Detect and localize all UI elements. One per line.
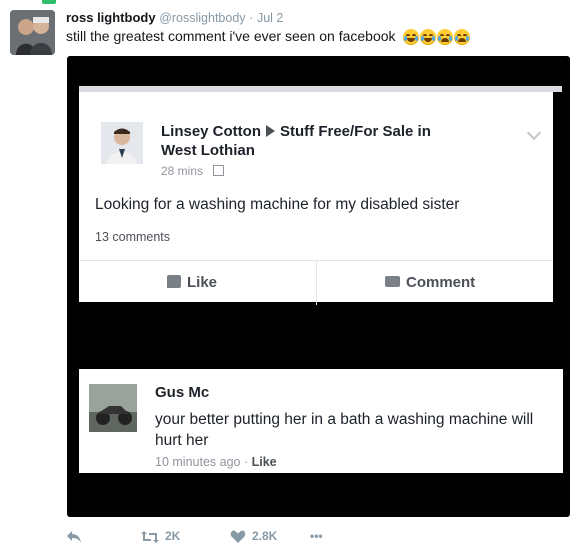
- tweet-text: still the greatest comment i've ever see…: [66, 27, 471, 46]
- fb-post-time: 28 mins: [161, 164, 225, 178]
- fb-comment-like-link[interactable]: Like: [252, 455, 277, 469]
- tweet-media-image[interactable]: Linsey Cotton Stuff Free/For Sale in West…: [67, 56, 570, 517]
- retweet-button[interactable]: 2K: [141, 526, 180, 546]
- audience-icon: [213, 165, 225, 176]
- top-accent-bar: [42, 0, 56, 4]
- fb-poster-line: Linsey Cotton Stuff Free/For Sale in West…: [161, 122, 431, 160]
- comment-bubble-icon: [385, 276, 400, 287]
- loudly-crying-emoji-icon: [454, 29, 471, 46]
- fb-comment-time: 10 minutes ago: [155, 455, 241, 469]
- fb-commenter-avatar: [89, 384, 137, 432]
- heart-icon: [230, 530, 246, 543]
- retweet-count: 2K: [165, 529, 181, 543]
- chevron-down-icon[interactable]: [526, 125, 542, 141]
- avatar[interactable]: [10, 10, 55, 55]
- tweet-actions: 2K 2.8K •••: [66, 526, 356, 546]
- like-count: 2.8K: [252, 529, 278, 543]
- like-button[interactable]: 2.8K: [230, 526, 277, 546]
- fb-action-bar: Like Comment: [79, 260, 553, 305]
- fb-action-divider: [316, 261, 317, 305]
- tweet-text-content: still the greatest comment i've ever see…: [66, 28, 396, 44]
- fb-group-name-line2[interactable]: West Lothian: [161, 142, 255, 159]
- author-handle[interactable]: @rosslightbody: [159, 11, 245, 25]
- fb-commenter-name[interactable]: Gus Mc: [155, 384, 209, 401]
- fb-post-body: Looking for a washing machine for my dis…: [95, 196, 460, 213]
- more-button[interactable]: •••: [310, 526, 323, 546]
- fb-comment-separator: ·: [243, 455, 249, 469]
- fb-comment-meta: 10 minutes ago · Like: [155, 455, 277, 469]
- emoji-row: [403, 29, 471, 46]
- arrow-right-icon: [266, 125, 275, 137]
- fb-post-time-text: 28 mins: [161, 164, 204, 178]
- fb-comment-card: Gus Mc your better putting her in a bath…: [79, 369, 563, 473]
- fb-like-button[interactable]: Like: [167, 261, 217, 305]
- fb-poster-name[interactable]: Linsey Cotton: [161, 123, 261, 140]
- fb-post-card: Linsey Cotton Stuff Free/For Sale in West…: [79, 92, 553, 305]
- header-separator: ·: [249, 11, 254, 25]
- reply-icon: [67, 530, 81, 543]
- retweet-icon: [141, 530, 159, 543]
- tears-of-joy-emoji-icon: [420, 29, 437, 46]
- more-icon: •••: [310, 529, 323, 543]
- fb-comments-count[interactable]: 13 comments: [95, 230, 170, 244]
- fb-like-label: Like: [187, 274, 218, 291]
- thumbs-up-icon: [167, 275, 181, 288]
- fb-comment-button[interactable]: Comment: [385, 261, 475, 305]
- loudly-crying-emoji-icon: [437, 29, 454, 46]
- fb-comment-label: Comment: [406, 274, 476, 291]
- fb-comment-text: your better putting her in a bath a wash…: [155, 411, 534, 449]
- tweet-date[interactable]: Jul 2: [257, 11, 283, 25]
- fb-poster-avatar: [101, 122, 143, 164]
- author-name[interactable]: ross lightbody: [66, 10, 156, 25]
- tweet-header: ross lightbody @rosslightbody · Jul 2: [66, 9, 283, 27]
- reply-button[interactable]: [66, 526, 88, 546]
- fb-group-name-line1[interactable]: Stuff Free/For Sale in: [280, 123, 431, 140]
- tears-of-joy-emoji-icon: [403, 29, 420, 46]
